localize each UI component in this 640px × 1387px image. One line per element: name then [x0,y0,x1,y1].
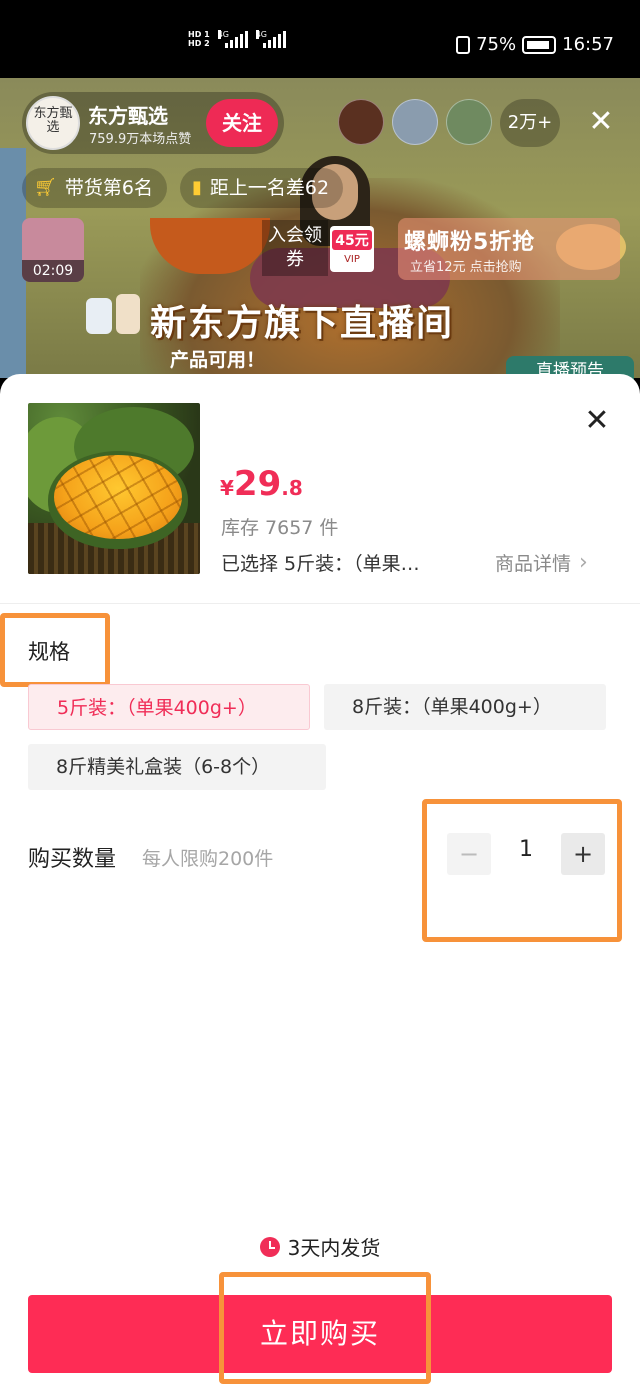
promo-subtitle: 立省12元 点击抢购 [410,260,522,275]
status-bar: HD 1 HD 2 4G 4G 75% 16:57 [0,0,640,78]
network-type-2: 4G [255,30,267,39]
battery-percent: 75% [476,34,517,55]
promo-banner[interactable]: 螺蛳粉5折抢 立省12元 点击抢购 [398,218,620,280]
quantity-limit: 每人限购200件 [142,848,274,870]
sku-bottom-sheet: ¥29.8 库存 7657 件 已选择 5斤装：（单果… 商品详情 › ✕ 规格… [0,374,640,1387]
product-detail-label: 商品详情 [495,553,572,575]
spec-option-giftbox[interactable]: 8斤精美礼盒装（6-8个） [28,744,326,790]
quantity-minus-button[interactable]: − [447,833,491,875]
quantity-label: 购买数量 [28,847,117,872]
clock-time: 16:57 [562,34,614,55]
follow-button[interactable]: 关注 [206,99,278,147]
live-purchase-screen: HD 1 HD 2 4G 4G 75% 16:57 东方甄选 东方甄选 759.… [0,0,640,1387]
status-right: 75% 16:57 [456,34,614,55]
live-caption: 产品可用！ [170,349,266,371]
replay-time: 02:09 [22,260,84,282]
viewer-avatar[interactable] [392,99,438,145]
shipping-label: 3天内发货 [287,1236,381,1260]
anchor-avatar[interactable]: 东方甄选 [26,96,80,150]
battery-icon [522,35,557,54]
mango-flesh [54,455,182,539]
close-live-icon[interactable]: ✕ [584,104,618,140]
shipping-info: 3天内发货 [0,1232,640,1261]
close-sheet-icon[interactable]: ✕ [578,402,616,440]
vip-amount: 45元 [332,230,372,250]
jar-prop-2 [116,294,140,334]
divider [0,603,640,604]
network-indicators: HD 1 HD 2 4G 4G [188,30,286,48]
vip-coupon[interactable]: 45元 VIP [330,226,374,272]
rank-label: 带货第6名 [64,177,153,199]
quantity-plus-button[interactable]: + [561,833,605,875]
hd1-tag: HD 1 [188,30,210,39]
hd-tags: HD 1 HD 2 [188,30,210,48]
vip-label: VIP [344,254,360,265]
replay-thumbnail[interactable]: 02:09 [22,218,84,282]
spec-option-label: 5斤装：（单果400g+） [57,697,257,719]
bar-chart-icon: ▮ [192,177,202,198]
promo-title: 螺蛳粉5折抢 [404,230,536,255]
viewer-avatar[interactable] [338,99,384,145]
signal-icon-2: 4G [255,30,286,48]
selected-spec: 已选择 5斤装：（单果… [221,553,420,575]
join-coupon-tag[interactable]: 入会领券 [262,220,328,276]
rank-chip[interactable]: 🛒︎ 带货第6名 [22,168,167,208]
network-type-1: 4G [217,30,229,39]
spec-title: 规格 [28,640,70,664]
viewer-count[interactable]: 2万+ [500,99,560,147]
spec-option-5jin[interactable]: 5斤装：（单果400g+） [28,684,310,730]
quantity-value[interactable]: 1 [504,837,548,862]
chevron-right-icon: › [579,550,588,575]
product-detail-link[interactable]: 商品详情 › [495,549,588,576]
product-price: ¥29.8 [220,464,303,504]
price-integer: 29 [233,464,282,504]
stock-count: 库存 7657 件 [221,517,339,539]
rank-gap-label: 距上一名差62 [209,177,330,199]
spec-option-label: 8斤装：（单果400g+） [352,696,552,718]
anchor-name[interactable]: 东方甄选 [88,100,168,129]
spec-option-label: 8斤精美礼盒装（6-8个） [56,756,271,778]
highlight-box-buy [219,1272,431,1384]
signal-icon: 4G [217,30,248,48]
clock-icon [259,1236,280,1257]
vibrate-icon [456,35,471,54]
spec-option-8jin[interactable]: 8斤装：（单果400g+） [324,684,606,730]
product-image[interactable] [28,403,200,574]
avatar-text: 东方甄选 [33,106,73,135]
like-count: 759.9万本场点赞 [89,132,192,147]
rank-gap-chip[interactable]: ▮ 距上一名差62 [180,168,344,208]
studio-banner: 新东方旗下直播间 [150,303,455,344]
price-currency: ¥ [220,476,234,500]
hd2-tag: HD 2 [188,39,210,48]
price-decimal: .8 [281,476,303,500]
viewer-avatar[interactable] [446,99,492,145]
jar-prop [86,298,112,334]
cart-icon: 🛒︎ [34,177,57,198]
